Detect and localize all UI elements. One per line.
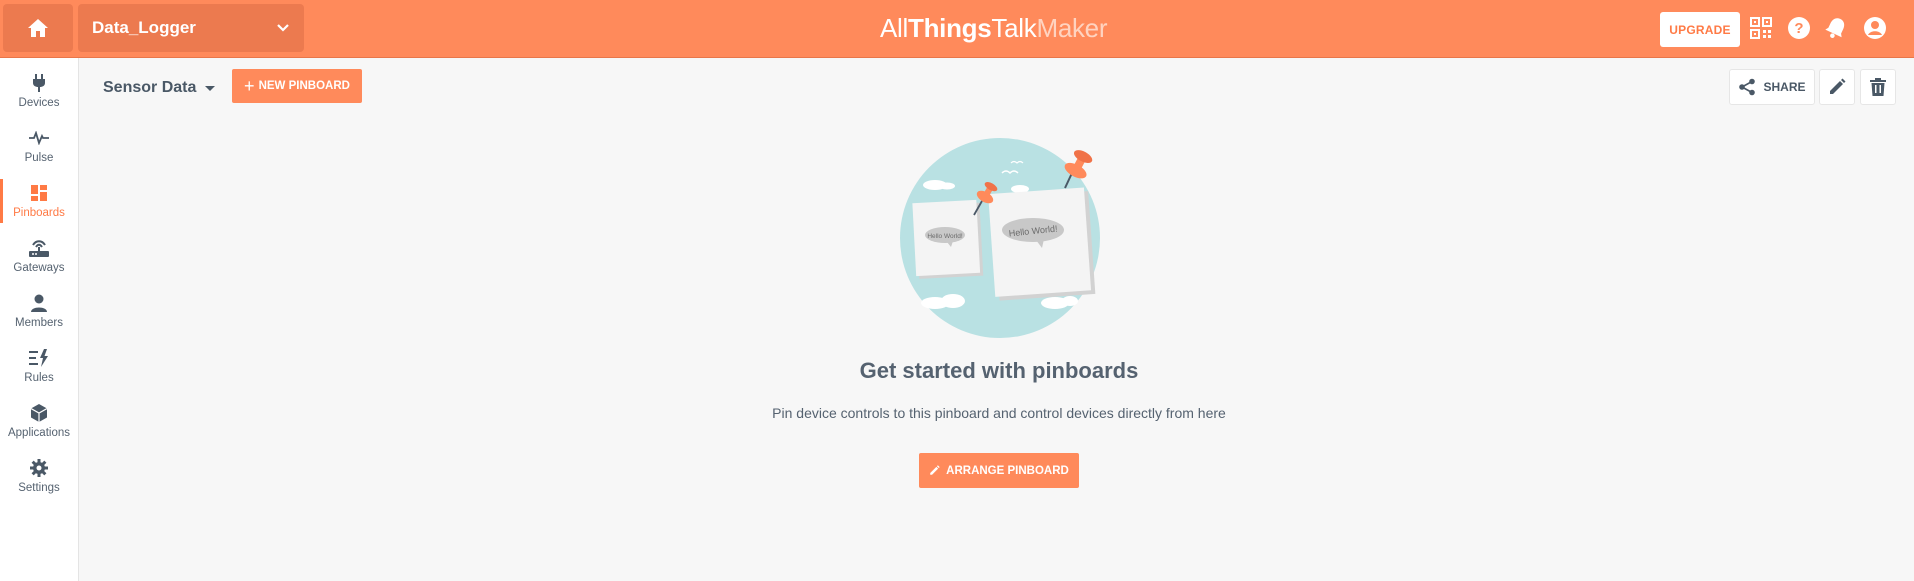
sidebar-item-label: Members bbox=[15, 316, 63, 329]
notifications-button[interactable] bbox=[1822, 14, 1850, 42]
sidebar-item-label: Settings bbox=[18, 481, 60, 494]
home-icon bbox=[28, 19, 48, 37]
edit-pinboard-button[interactable] bbox=[1819, 69, 1855, 105]
new-pinboard-button[interactable]: + NEW PINBOARD bbox=[232, 69, 362, 103]
project-select[interactable]: Data_Logger bbox=[78, 4, 304, 52]
upgrade-button[interactable]: UPGRADE bbox=[1660, 12, 1740, 47]
sidebar: Devices Pulse Pinboards Gateways Members… bbox=[0, 58, 79, 581]
sidebar-item-gateways[interactable]: Gateways bbox=[0, 228, 78, 283]
rules-icon bbox=[29, 348, 49, 368]
plus-icon: + bbox=[244, 76, 255, 96]
sidebar-item-pinboards[interactable]: Pinboards bbox=[0, 173, 78, 228]
person-icon bbox=[31, 293, 47, 313]
empty-state-description: Pin device controls to this pinboard and… bbox=[772, 405, 1226, 421]
cube-icon bbox=[31, 403, 47, 423]
home-button[interactable] bbox=[3, 4, 73, 52]
gear-icon bbox=[30, 458, 48, 478]
delete-pinboard-button[interactable] bbox=[1860, 69, 1896, 105]
share-label: SHARE bbox=[1763, 80, 1806, 94]
sidebar-item-label: Applications bbox=[7, 426, 70, 439]
sidebar-item-label: Rules bbox=[24, 371, 54, 384]
pinboard-name: Sensor Data bbox=[103, 79, 197, 96]
account-button[interactable] bbox=[1861, 14, 1889, 42]
logo-part-things: Things bbox=[908, 13, 992, 43]
pinboard-select[interactable]: Sensor Data bbox=[103, 78, 216, 98]
pinboards-icon bbox=[31, 183, 47, 203]
trash-icon bbox=[1870, 78, 1886, 96]
sidebar-item-devices[interactable]: Devices bbox=[0, 63, 78, 118]
project-name: Data_Logger bbox=[92, 18, 196, 37]
sidebar-item-rules[interactable]: Rules bbox=[0, 338, 78, 393]
help-button[interactable]: ? bbox=[1785, 14, 1813, 42]
share-button[interactable]: SHARE bbox=[1729, 69, 1815, 105]
pencil-icon bbox=[930, 465, 940, 475]
sidebar-item-label: Pulse bbox=[24, 151, 54, 164]
qr-code-button[interactable] bbox=[1747, 14, 1775, 42]
pulse-icon bbox=[29, 128, 49, 148]
pinboards-illustration: Hello World! Hello World! bbox=[900, 138, 1100, 338]
sidebar-item-label: Pinboards bbox=[13, 206, 65, 219]
gateway-icon bbox=[28, 238, 50, 258]
logo-part-maker: Maker bbox=[1036, 13, 1108, 43]
sidebar-item-label: Devices bbox=[18, 96, 60, 109]
top-bar: Data_Logger AllThingsTalkMaker UPGRADE ? bbox=[0, 0, 1914, 58]
user-account-icon bbox=[1864, 17, 1886, 39]
logo-part-all: All bbox=[880, 13, 908, 43]
small-note-text: Hello World! bbox=[927, 233, 962, 240]
pencil-icon bbox=[1830, 78, 1846, 94]
plug-icon bbox=[31, 73, 47, 93]
logo-part-talk: Talk bbox=[991, 13, 1037, 43]
help-icon: ? bbox=[1788, 17, 1810, 39]
empty-state-title: Get started with pinboards bbox=[859, 358, 1139, 383]
sidebar-item-label: Gateways bbox=[13, 261, 65, 274]
arrange-pinboard-button[interactable]: ARRANGE PINBOARD bbox=[919, 453, 1079, 488]
app-logo: AllThingsTalkMaker bbox=[880, 13, 1108, 43]
qr-code-icon bbox=[1750, 17, 1772, 39]
sidebar-item-members[interactable]: Members bbox=[0, 283, 78, 338]
sidebar-item-settings[interactable]: Settings bbox=[0, 448, 78, 503]
sidebar-item-applications[interactable]: Applications bbox=[0, 393, 78, 448]
new-pinboard-label: NEW PINBOARD bbox=[258, 80, 350, 92]
notifications-bell-icon bbox=[1825, 18, 1845, 39]
svg-text:?: ? bbox=[1794, 20, 1803, 37]
share-icon bbox=[1739, 78, 1756, 96]
arrange-pinboard-label: ARRANGE PINBOARD bbox=[946, 464, 1069, 477]
caret-down-icon bbox=[205, 85, 216, 91]
sidebar-item-pulse[interactable]: Pulse bbox=[0, 118, 78, 173]
chevron-down-icon bbox=[276, 23, 290, 33]
